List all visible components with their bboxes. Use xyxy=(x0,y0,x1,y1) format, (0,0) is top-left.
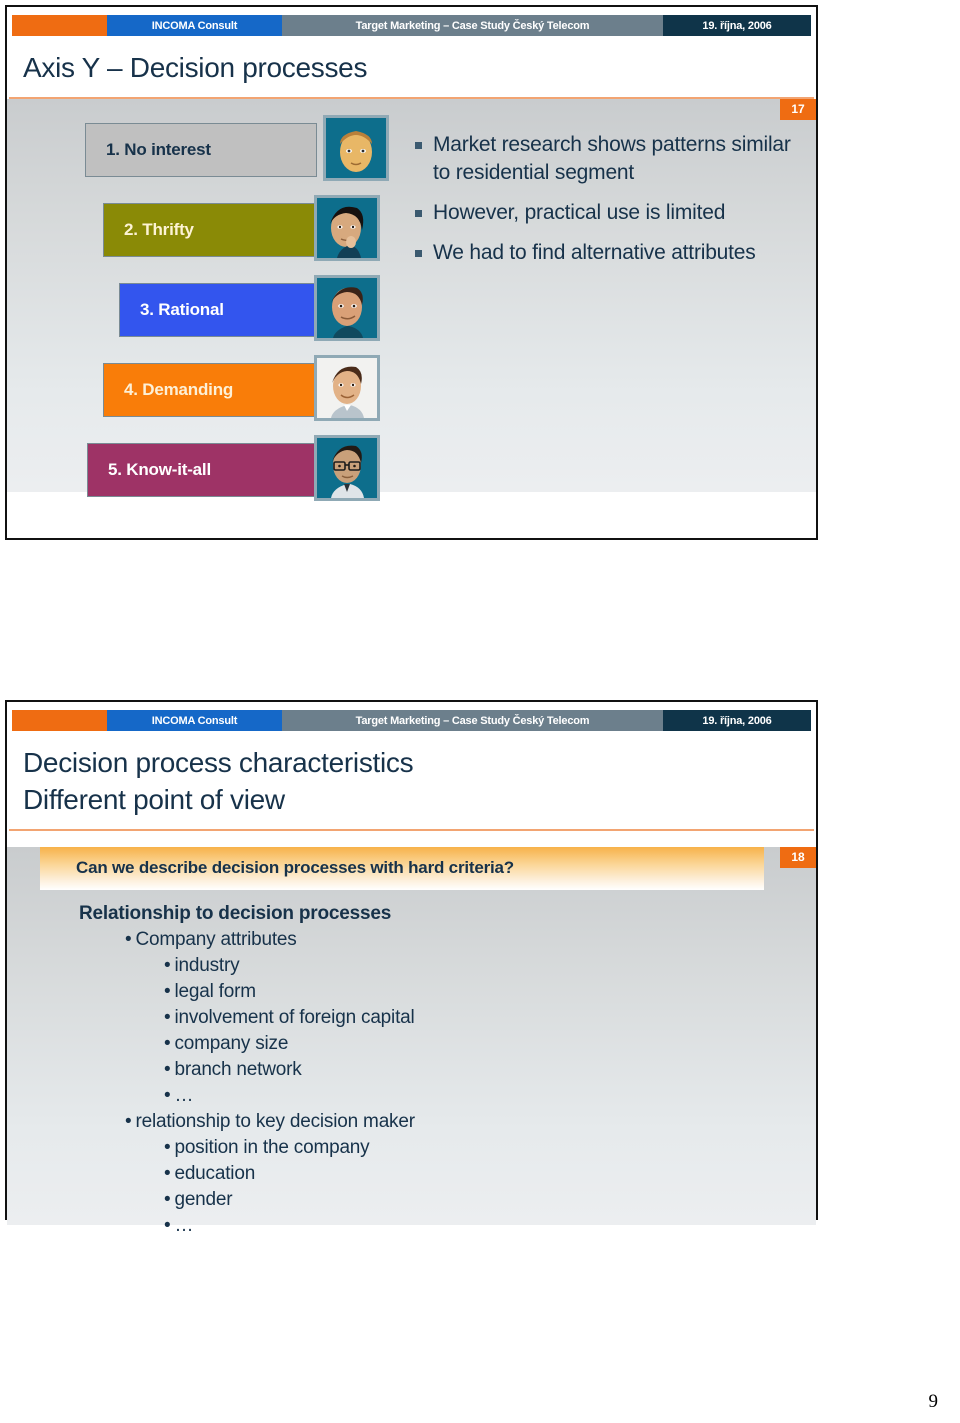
persona-label: 2. Thrifty xyxy=(124,219,194,239)
slide-18-title-line-2: Different point of view xyxy=(23,783,285,815)
round-bullet-icon: • xyxy=(164,954,171,976)
bullet-text: We had to find alternative attributes xyxy=(433,240,756,264)
persona-label: 5. Know-it-all xyxy=(108,459,211,479)
slide-18-body: 18 Can we describe decision processes wi… xyxy=(7,846,816,1235)
persona-face-3-icon xyxy=(314,274,380,341)
outline-text: education xyxy=(174,1162,256,1184)
outline-text: Relationship to decision processes xyxy=(79,902,392,924)
bullet-text: Market research shows patterns similar t… xyxy=(433,132,791,184)
slide-17-title: Axis Y – Decision processes xyxy=(23,52,368,83)
round-bullet-icon: • xyxy=(164,1084,171,1106)
outline-row: •… xyxy=(7,1216,816,1242)
persona-label: 3. Rational xyxy=(140,299,224,319)
brand-company-label: INCOMA Consult xyxy=(107,710,282,731)
outline-text: legal form xyxy=(174,980,256,1002)
outline-text: industry xyxy=(174,954,240,976)
brand-accent-block xyxy=(12,710,107,731)
bullet-item: However, practical use is limited xyxy=(415,199,796,227)
outline-text: branch network xyxy=(174,1058,302,1080)
title-divider-rule xyxy=(9,828,814,831)
brand-header-bar: INCOMA Consult Target Marketing – Case S… xyxy=(12,15,811,36)
persona-face-4-icon xyxy=(314,354,380,421)
outline-text: gender xyxy=(174,1188,233,1210)
persona-row[interactable]: 5. Know-it-all xyxy=(85,434,397,501)
slide-17: INCOMA Consult Target Marketing – Case S… xyxy=(5,5,818,540)
brand-company-label: INCOMA Consult xyxy=(107,15,282,36)
outline-text: … xyxy=(174,1214,194,1236)
round-bullet-icon: • xyxy=(164,1006,171,1028)
brand-date-label: 19. října, 2006 xyxy=(663,710,811,731)
outline-row: • Company attributes xyxy=(7,930,816,956)
persona-box-know-it-all[interactable]: 5. Know-it-all xyxy=(87,442,319,497)
slide-18: INCOMA Consult Target Marketing – Case S… xyxy=(5,700,818,1235)
persona-face-5-icon xyxy=(314,434,380,501)
persona-row[interactable]: 2. Thrifty xyxy=(85,194,397,261)
outline-list: Relationship to decision processes • Compa… xyxy=(7,890,816,1242)
persona-row[interactable]: 4. Demanding xyxy=(85,354,397,421)
outline-row: Relationship to decision processes xyxy=(7,904,816,930)
persona-label: 1. No interest xyxy=(106,139,211,159)
round-bullet-icon: • xyxy=(164,1032,171,1054)
outline-text: company size xyxy=(174,1032,289,1054)
brand-accent-block xyxy=(12,15,107,36)
outline-row: • education xyxy=(7,1164,816,1190)
brand-project-label: Target Marketing – Case Study Český Tele… xyxy=(282,15,663,36)
round-bullet-icon: • xyxy=(164,1058,171,1080)
outline-row: • legal form xyxy=(7,982,816,1008)
outline-row: • position in the company xyxy=(7,1138,816,1164)
persona-face-2-icon xyxy=(314,194,380,261)
round-bullet-icon: • xyxy=(125,928,132,950)
outline-text: involvement of foreign capital xyxy=(174,1006,415,1028)
page-number: 9 xyxy=(928,1391,939,1412)
slide-18-number-badge: 18 xyxy=(780,846,816,868)
slide-17-title-zone: Axis Y – Decision processes xyxy=(7,36,816,97)
outline-text: relationship to key decision maker xyxy=(135,1110,415,1132)
slide-17-bullet-list: Market research shows patterns similar t… xyxy=(397,123,816,499)
bullet-item: We had to find alternative attributes xyxy=(415,239,796,267)
outline-row: • involvement of foreign capital xyxy=(7,1008,816,1034)
round-bullet-icon: • xyxy=(164,1136,171,1158)
persona-box-demanding[interactable]: 4. Demanding xyxy=(103,362,335,417)
round-bullet-icon: • xyxy=(164,1188,171,1210)
outline-row: • branch network xyxy=(7,1060,816,1086)
round-bullet-icon: • xyxy=(164,1214,171,1236)
square-bullet-icon xyxy=(415,141,422,149)
outline-text: … xyxy=(174,1084,194,1106)
persona-label: 4. Demanding xyxy=(124,379,234,399)
slide-17-number-badge: 17 xyxy=(780,98,816,120)
brand-project-label: Target Marketing – Case Study Český Tele… xyxy=(282,710,663,731)
persona-face-1-icon xyxy=(323,114,389,181)
outline-row: •… xyxy=(7,1086,816,1112)
bullet-item: Market research shows patterns similar t… xyxy=(415,131,796,187)
round-bullet-icon: • xyxy=(164,980,171,1002)
outline-text: Company attributes xyxy=(135,928,297,950)
brand-date-label: 19. října, 2006 xyxy=(663,15,811,36)
outline-text: position in the company xyxy=(174,1136,370,1158)
square-bullet-icon xyxy=(415,209,422,217)
outline-row: • company size xyxy=(7,1034,816,1060)
outline-row: • gender xyxy=(7,1190,816,1216)
persona-box-thrifty[interactable]: 2. Thrifty xyxy=(103,202,335,257)
bullet-text: However, practical use is limited xyxy=(433,200,726,224)
slide-18-title-zone: Decision process characteristics Differe… xyxy=(7,731,816,829)
persona-row[interactable]: 3. Rational xyxy=(85,274,397,341)
question-banner: Can we describe decision processes with … xyxy=(40,846,764,890)
persona-box-no-interest[interactable]: 1. No interest xyxy=(85,122,317,177)
outline-row: • relationship to key decision maker xyxy=(7,1112,816,1138)
square-bullet-icon xyxy=(415,249,422,257)
round-bullet-icon: • xyxy=(164,1162,171,1184)
round-bullet-icon: • xyxy=(125,1110,132,1132)
brand-header-bar: INCOMA Consult Target Marketing – Case S… xyxy=(12,710,811,731)
persona-list: 1. No interest 2. Thrifty 3. Rational 4.… xyxy=(7,114,397,501)
slide-18-title-line-1: Decision process characteristics xyxy=(23,747,414,778)
persona-row[interactable]: 1. No interest xyxy=(85,114,397,181)
slide-17-body: 17 1. No interest 2. Thrifty 3. Rational… xyxy=(7,98,816,501)
outline-row: • industry xyxy=(7,956,816,982)
